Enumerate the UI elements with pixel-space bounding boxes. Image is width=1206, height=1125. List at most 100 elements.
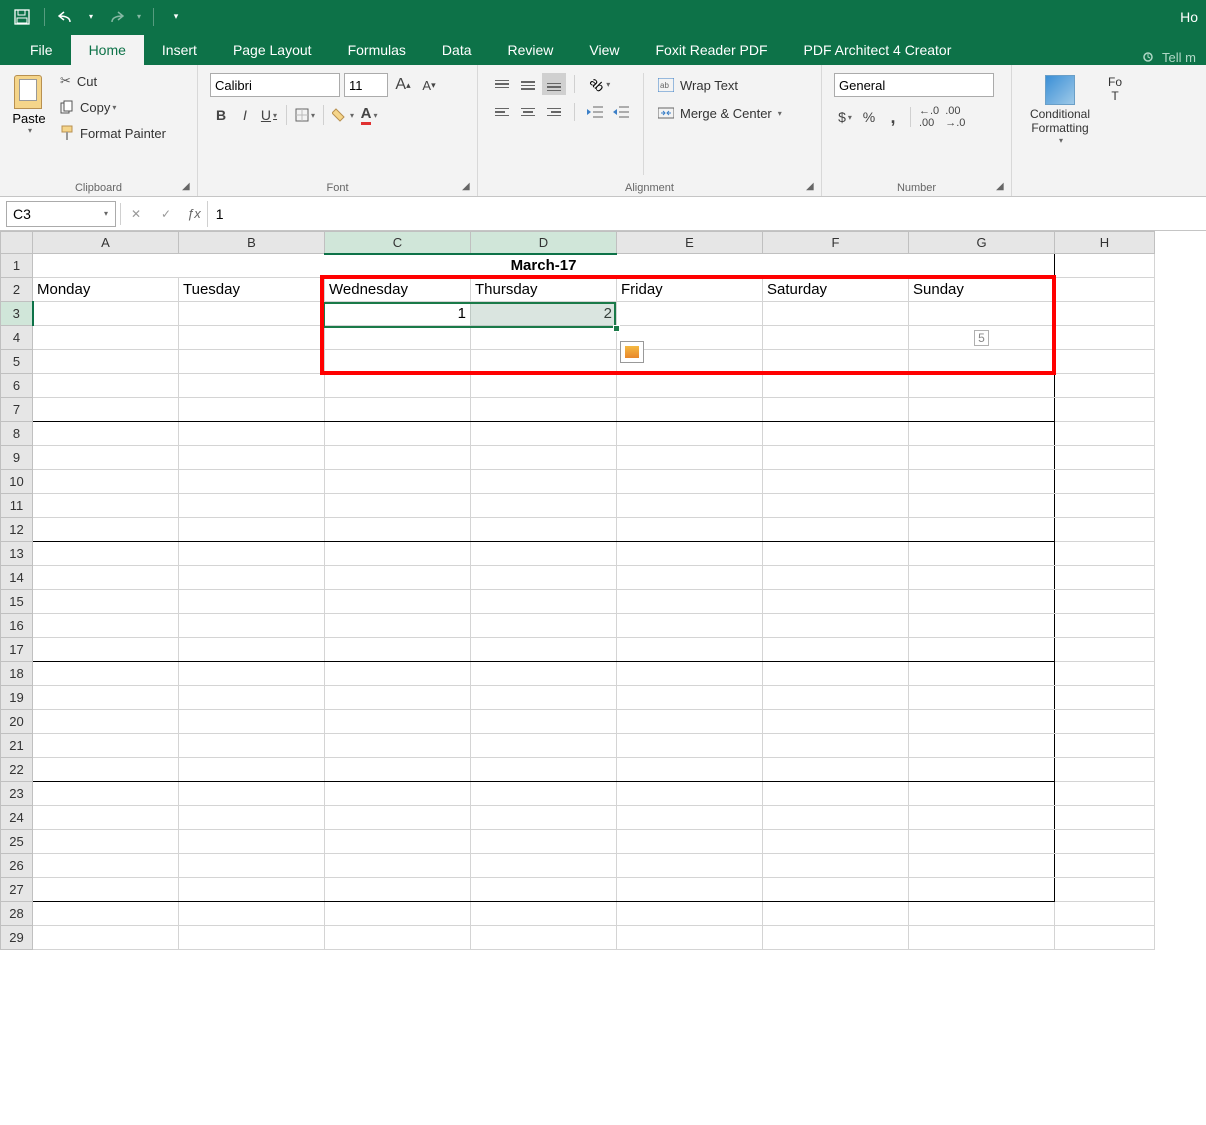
cell-c13[interactable] bbox=[325, 542, 471, 566]
cell-b6[interactable] bbox=[179, 374, 325, 398]
decrease-decimal-button[interactable]: .00→.0 bbox=[943, 105, 967, 129]
cell-c21[interactable] bbox=[325, 734, 471, 758]
cell-c15[interactable] bbox=[325, 590, 471, 614]
cell-e8[interactable] bbox=[617, 422, 763, 446]
cell-h18[interactable] bbox=[1055, 662, 1155, 686]
cell-d10[interactable] bbox=[471, 470, 617, 494]
orientation-button[interactable]: ab▾ bbox=[583, 73, 617, 95]
cell-e23[interactable] bbox=[617, 782, 763, 806]
cell-d20[interactable] bbox=[471, 710, 617, 734]
cell-b17[interactable] bbox=[179, 638, 325, 662]
align-left-button[interactable] bbox=[490, 101, 514, 123]
cell-g8[interactable] bbox=[909, 422, 1055, 446]
cell-d6[interactable] bbox=[471, 374, 617, 398]
col-header-b[interactable]: B bbox=[179, 232, 325, 254]
cell-g13[interactable] bbox=[909, 542, 1055, 566]
select-all-corner[interactable] bbox=[1, 232, 33, 254]
row-header-22[interactable]: 22 bbox=[1, 758, 33, 782]
cell-a15[interactable] bbox=[33, 590, 179, 614]
row-header-21[interactable]: 21 bbox=[1, 734, 33, 758]
bold-button[interactable]: B bbox=[210, 103, 232, 127]
cell-g2[interactable]: Sunday bbox=[909, 278, 1055, 302]
cell-b11[interactable] bbox=[179, 494, 325, 518]
cell-title[interactable]: March-17 bbox=[33, 254, 1055, 278]
cell-c27[interactable] bbox=[325, 878, 471, 902]
row-header-29[interactable]: 29 bbox=[1, 926, 33, 950]
paste-button[interactable]: Paste ▾ bbox=[6, 69, 52, 179]
cell-f2[interactable]: Saturday bbox=[763, 278, 909, 302]
cell-a19[interactable] bbox=[33, 686, 179, 710]
format-paint-button[interactable]: Format Painter bbox=[56, 121, 170, 145]
cell-d25[interactable] bbox=[471, 830, 617, 854]
qat-customize[interactable]: ▾ bbox=[162, 5, 190, 29]
cell-e13[interactable] bbox=[617, 542, 763, 566]
cell-h7[interactable] bbox=[1055, 398, 1155, 422]
cell-d17[interactable] bbox=[471, 638, 617, 662]
cell-h16[interactable] bbox=[1055, 614, 1155, 638]
cell-e17[interactable] bbox=[617, 638, 763, 662]
increase-decimal-button[interactable]: ←.0.00 bbox=[917, 105, 941, 129]
cell-f9[interactable] bbox=[763, 446, 909, 470]
col-header-f[interactable]: F bbox=[763, 232, 909, 254]
col-header-g[interactable]: G bbox=[909, 232, 1055, 254]
cell-c20[interactable] bbox=[325, 710, 471, 734]
cell-d4[interactable] bbox=[471, 326, 617, 350]
cell-c29[interactable] bbox=[325, 926, 471, 950]
cell-h29[interactable] bbox=[1055, 926, 1155, 950]
cell-g10[interactable] bbox=[909, 470, 1055, 494]
font-name-select[interactable] bbox=[210, 73, 340, 97]
align-right-button[interactable] bbox=[542, 101, 566, 123]
cell-f12[interactable] bbox=[763, 518, 909, 542]
cell-g11[interactable] bbox=[909, 494, 1055, 518]
cell-h25[interactable] bbox=[1055, 830, 1155, 854]
cell-b19[interactable] bbox=[179, 686, 325, 710]
row-header-6[interactable]: 6 bbox=[1, 374, 33, 398]
cell-e6[interactable] bbox=[617, 374, 763, 398]
grid[interactable]: A B C D E F G H 1 March-17 2 Monday Tues… bbox=[0, 231, 1155, 950]
redo-dropdown[interactable]: ▾ bbox=[133, 5, 145, 29]
cell-c9[interactable] bbox=[325, 446, 471, 470]
cell-c14[interactable] bbox=[325, 566, 471, 590]
cell-b5[interactable] bbox=[179, 350, 325, 374]
col-header-h[interactable]: H bbox=[1055, 232, 1155, 254]
cell-b24[interactable] bbox=[179, 806, 325, 830]
cell-f16[interactable] bbox=[763, 614, 909, 638]
cell-a6[interactable] bbox=[33, 374, 179, 398]
cell-f19[interactable] bbox=[763, 686, 909, 710]
cell-h3[interactable] bbox=[1055, 302, 1155, 326]
cell-h28[interactable] bbox=[1055, 902, 1155, 926]
cell-b20[interactable] bbox=[179, 710, 325, 734]
copy-button[interactable]: Copy ▾ bbox=[56, 95, 170, 119]
number-launcher[interactable]: ◢ bbox=[996, 181, 1008, 193]
cell-a21[interactable] bbox=[33, 734, 179, 758]
cell-c25[interactable] bbox=[325, 830, 471, 854]
cell-f6[interactable] bbox=[763, 374, 909, 398]
cell-d3[interactable]: 2 bbox=[471, 302, 617, 326]
cell-c5[interactable] bbox=[325, 350, 471, 374]
cell-g7[interactable] bbox=[909, 398, 1055, 422]
cell-f23[interactable] bbox=[763, 782, 909, 806]
cell-f10[interactable] bbox=[763, 470, 909, 494]
cell-e29[interactable] bbox=[617, 926, 763, 950]
row-header-5[interactable]: 5 bbox=[1, 350, 33, 374]
cell-c18[interactable] bbox=[325, 662, 471, 686]
tab-data[interactable]: Data bbox=[424, 35, 490, 65]
cell-e15[interactable] bbox=[617, 590, 763, 614]
decrease-font-button[interactable]: A▾ bbox=[418, 73, 440, 97]
cell-d15[interactable] bbox=[471, 590, 617, 614]
cell-d19[interactable] bbox=[471, 686, 617, 710]
cell-b28[interactable] bbox=[179, 902, 325, 926]
row-header-17[interactable]: 17 bbox=[1, 638, 33, 662]
undo-button[interactable] bbox=[53, 5, 81, 29]
cell-f27[interactable] bbox=[763, 878, 909, 902]
cell-c28[interactable] bbox=[325, 902, 471, 926]
incr-indent-button[interactable] bbox=[609, 101, 633, 123]
spreadsheet[interactable]: A B C D E F G H 1 March-17 2 Monday Tues… bbox=[0, 231, 1206, 950]
cell-a29[interactable] bbox=[33, 926, 179, 950]
cell-b2[interactable]: Tuesday bbox=[179, 278, 325, 302]
increase-font-button[interactable]: A▴ bbox=[392, 73, 414, 97]
col-header-d[interactable]: D bbox=[471, 232, 617, 254]
format-table-button[interactable]: Fo T bbox=[1100, 73, 1130, 190]
row-header-18[interactable]: 18 bbox=[1, 662, 33, 686]
cell-e28[interactable] bbox=[617, 902, 763, 926]
